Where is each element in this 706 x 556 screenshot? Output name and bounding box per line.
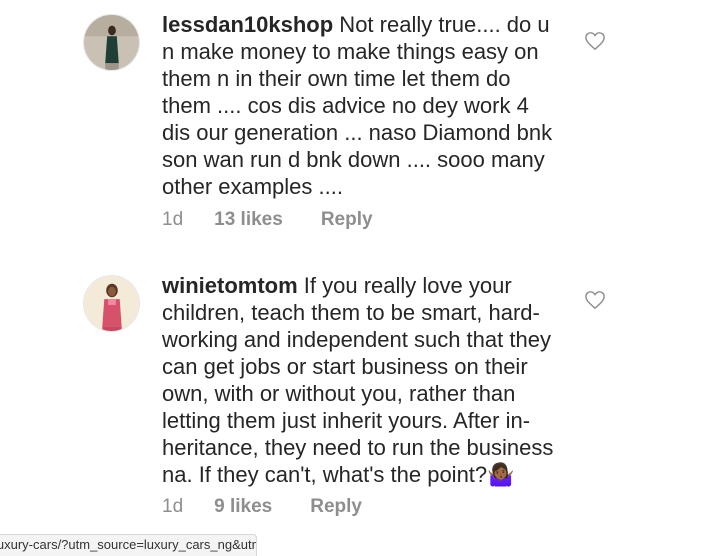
browser-status-url: luxury-cars/?utm_source=luxury_cars_ng&u… — [0, 534, 257, 556]
comment-username[interactable]: lessdan10kshop — [162, 12, 333, 37]
comment-text: lessdan10kshop Not really true.... do u … — [162, 11, 577, 200]
comment-likes[interactable]: 13 likes — [214, 209, 283, 231]
comment-body: If you really love your children, teach … — [162, 273, 554, 487]
avatar-image — [84, 276, 139, 331]
comment-time[interactable]: 1d — [162, 209, 183, 231]
avatar[interactable] — [83, 14, 140, 71]
comment-meta: 1d 13 likes Reply — [162, 209, 373, 231]
like-heart-icon[interactable] — [584, 290, 606, 310]
comment-text: winietomtom If you really love your chil… — [162, 272, 577, 488]
comment-username[interactable]: winietomtom — [162, 273, 298, 298]
reply-button[interactable]: Reply — [321, 209, 373, 231]
avatar[interactable] — [83, 275, 140, 332]
shrug-emoji-icon: 🤷🏾‍♀️ — [487, 462, 515, 487]
comment-likes[interactable]: 9 likes — [214, 496, 272, 518]
reply-button[interactable]: Reply — [310, 496, 362, 518]
status-url-text: luxury-cars/?utm_source=luxury_cars_ng&u… — [0, 537, 256, 552]
comment-time[interactable]: 1d — [162, 496, 183, 518]
avatar-image — [84, 15, 139, 70]
comment-meta: 1d 9 likes Reply — [162, 496, 362, 518]
like-heart-icon[interactable] — [584, 31, 606, 51]
comment-body: Not really true.... do u n make money to… — [162, 12, 553, 199]
